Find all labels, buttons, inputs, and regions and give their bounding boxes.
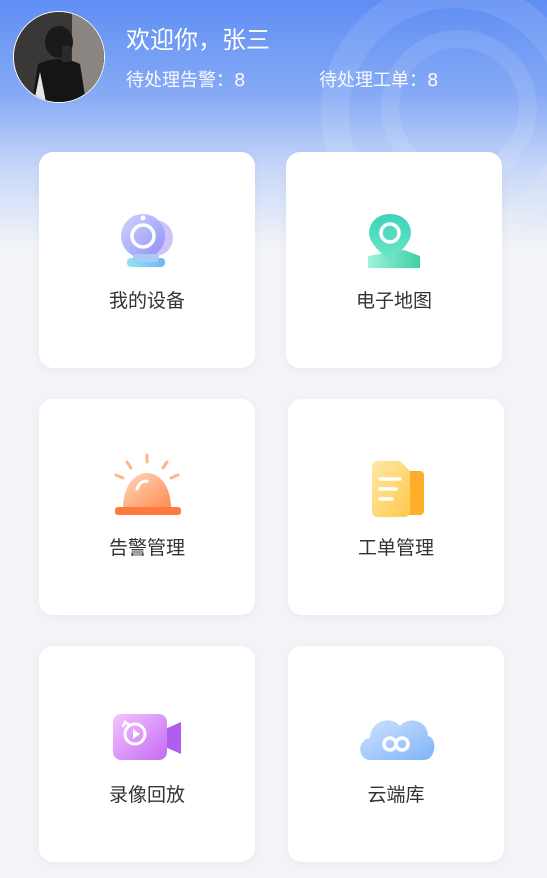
menu-card-map[interactable]: 电子地图 (286, 152, 502, 368)
document-icon (372, 461, 424, 517)
pending-alarm-count[interactable]: 待处理告警：8 (126, 66, 245, 92)
avatar-photo-icon (14, 12, 104, 102)
menu-card-my-devices[interactable]: 我的设备 (39, 152, 255, 368)
menu-label: 电子地图 (355, 290, 432, 312)
menu-label: 工单管理 (357, 537, 434, 559)
avatar[interactable] (13, 11, 105, 103)
pending-order-count[interactable]: 待处理工单：8 (319, 66, 438, 92)
menu-card-cloud-library[interactable]: 云端库 (288, 646, 504, 862)
menu-label: 告警管理 (108, 537, 185, 559)
menu-card-alarm-management[interactable]: 告警管理 (39, 399, 255, 615)
map-pin-icon (368, 214, 420, 268)
video-replay-icon (113, 714, 181, 760)
menu-card-work-order-management[interactable]: 工单管理 (288, 399, 504, 615)
menu-label: 云端库 (367, 784, 425, 806)
alarm-light-icon (114, 453, 181, 515)
cloud-icon (360, 720, 435, 760)
welcome-text: 欢迎你，张三 (126, 26, 270, 54)
camera-icon (121, 214, 173, 267)
menu-label: 我的设备 (108, 290, 185, 312)
menu-label: 录像回放 (108, 784, 185, 806)
menu-card-video-replay[interactable]: 录像回放 (39, 646, 255, 862)
